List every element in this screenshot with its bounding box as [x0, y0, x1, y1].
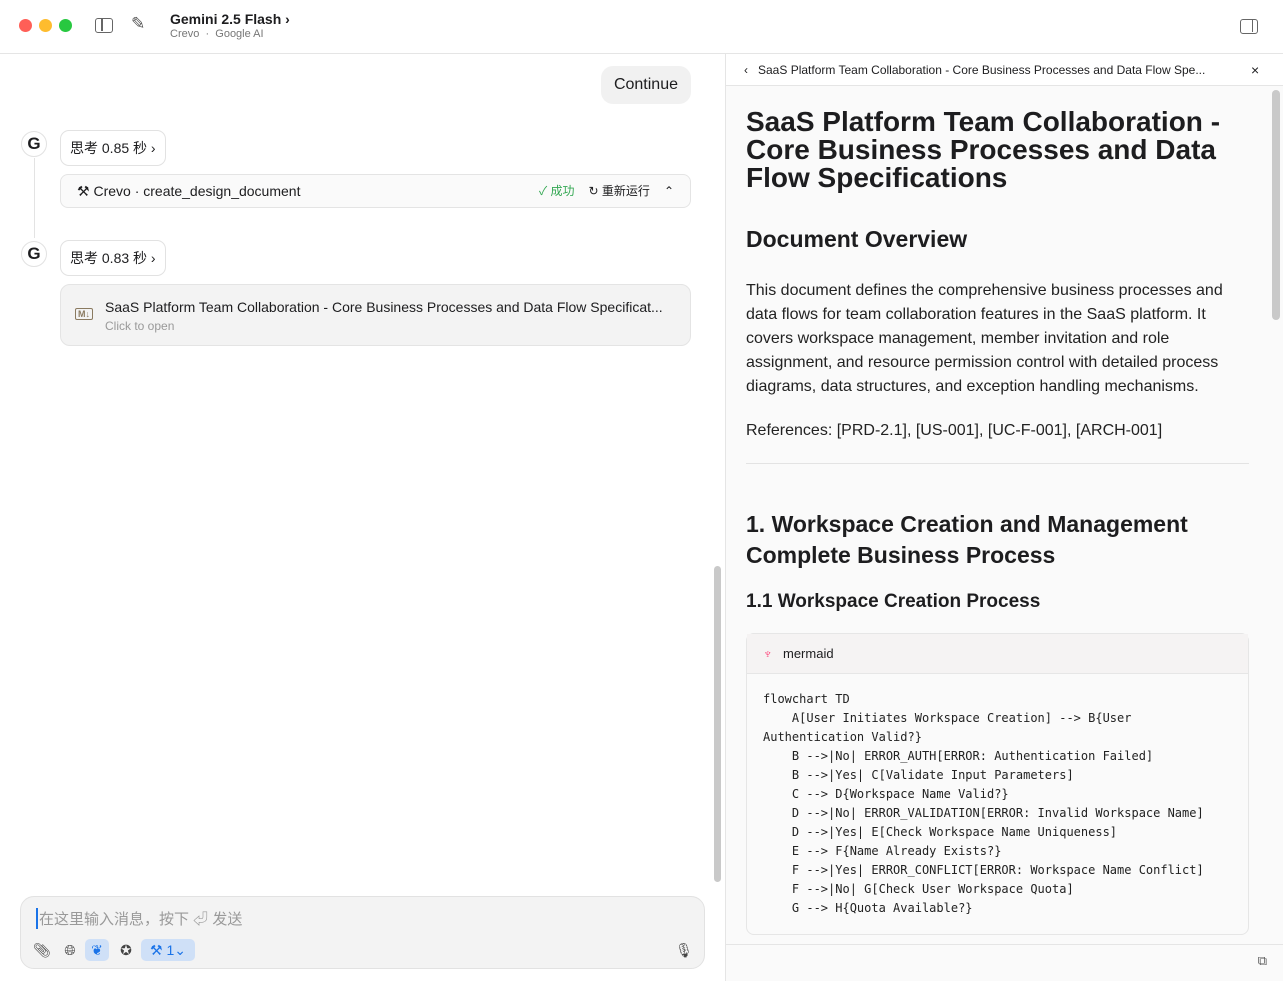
chevron-right-icon: ›	[150, 250, 156, 266]
status-text: 成功	[550, 184, 575, 198]
hammer-icon: ⚒	[77, 183, 90, 199]
chat-scrollbar[interactable]	[714, 566, 721, 882]
document-title: SaaS Platform Team Collaboration - Core …	[105, 299, 663, 315]
separator: ·	[205, 28, 210, 40]
section-divider	[746, 463, 1249, 464]
new-chat-icon[interactable]: ✎	[131, 14, 145, 34]
status-badge: ✓ 成功	[538, 184, 575, 198]
code-content: flowchart TD A[User Initiates Workspace …	[763, 692, 1204, 915]
rerun-button[interactable]: ↻ 重新运行	[589, 175, 650, 207]
subsection-heading: 1.1 Workspace Creation Process	[746, 591, 1041, 612]
document-content: SaaS Platform Team Collaboration - Core …	[746, 86, 1249, 944]
globe-icon[interactable]: 🌐︎	[59, 939, 81, 961]
title-bar: ✎ Gemini 2.5 Flash › Crevo · Google AI	[0, 0, 1283, 54]
overview-text: This document defines the comprehensive …	[746, 282, 1223, 395]
panel-header-title: SaaS Platform Team Collaboration - Core …	[758, 63, 1206, 77]
timeline-line	[34, 158, 35, 238]
document-panel: ‹ SaaS Platform Team Collaboration - Cor…	[726, 54, 1283, 981]
code-language: mermaid	[783, 646, 834, 661]
tools-button[interactable]: ⚒ 1⌄	[141, 939, 195, 961]
code-block: ♆ mermaid flowchart TD A[User Initiates W…	[746, 633, 1249, 935]
model-provider: Crevo · Google AI	[170, 28, 264, 40]
section-heading: 1. Workspace Creation and Management Com…	[746, 511, 1188, 568]
expand-icon[interactable]: ⌃	[664, 175, 674, 207]
thinking-label: 思考 0.83 秒	[70, 250, 148, 266]
gemini-avatar: G	[21, 241, 47, 267]
model-name: Gemini 2.5 Flash	[170, 11, 282, 27]
chevron-right-icon: ›	[150, 140, 156, 156]
mermaid-icon: ♆	[763, 646, 773, 661]
code-block-header: ♆ mermaid	[747, 634, 1248, 674]
document-title: SaaS Platform Team Collaboration - Core …	[746, 106, 1221, 193]
chevron-right-icon: ›	[285, 11, 290, 27]
sidebar-toggle-icon[interactable]	[95, 18, 113, 33]
minimize-window-button[interactable]	[39, 19, 52, 32]
thinking-toggle[interactable]: 思考 0.83 秒 ›	[60, 240, 166, 276]
provider-name: Crevo	[170, 28, 200, 40]
leaf-icon[interactable]: ❦	[85, 939, 109, 961]
attach-icon[interactable]: 📎︎	[31, 939, 53, 961]
markdown-icon: M↓	[75, 308, 93, 320]
document-subtitle: Click to open	[105, 319, 175, 333]
rerun-label: 重新运行	[601, 184, 650, 198]
copy-icon[interactable]: ⧉	[1258, 953, 1267, 969]
chat-area: Continue G 思考 0.85 秒 › ⚒ Crevo · create_…	[0, 54, 712, 981]
hammer-icon: ⚒	[150, 942, 163, 958]
close-window-button[interactable]	[19, 19, 32, 32]
thinking-toggle[interactable]: 思考 0.85 秒 ›	[60, 130, 166, 166]
tool-name: Crevo · create_design_document	[93, 183, 301, 199]
provider-source: Google AI	[215, 28, 264, 40]
back-icon[interactable]: ‹	[744, 54, 748, 86]
document-card[interactable]: M↓ SaaS Platform Team Collaboration - Co…	[60, 284, 691, 346]
gemini-avatar: G	[21, 131, 47, 157]
panel-scrollbar[interactable]	[1272, 90, 1280, 320]
thinking-label: 思考 0.85 秒	[70, 140, 148, 156]
close-icon[interactable]: ×	[1251, 54, 1259, 86]
tool-call-card[interactable]: ⚒ Crevo · create_design_document ✓ 成功 ↻ 重…	[60, 174, 691, 208]
tool-count: 1	[166, 942, 175, 958]
model-selector[interactable]: Gemini 2.5 Flash ›	[170, 11, 290, 27]
panel-header: ‹ SaaS Platform Team Collaboration - Cor…	[726, 54, 1283, 86]
panel-footer: ⧉	[726, 944, 1283, 981]
user-message: Continue	[600, 66, 691, 104]
overview-heading: Document Overview	[746, 226, 968, 252]
message-composer[interactable]: 在这里输入消息，按下 ⏎ 发送 📎︎ 🌐︎ ❦ ✪ ⚒ 1⌄ 🎙︎	[20, 896, 705, 969]
references: References: [PRD-2.1], [US-001], [UC-F-0…	[746, 422, 1163, 439]
message-input[interactable]: 在这里输入消息，按下 ⏎ 发送	[36, 908, 242, 929]
microphone-icon[interactable]: 🎙︎	[673, 939, 695, 961]
maximize-window-button[interactable]	[59, 19, 72, 32]
panel-toggle-icon[interactable]	[1240, 19, 1258, 34]
palette-icon[interactable]: ✪	[115, 939, 137, 961]
